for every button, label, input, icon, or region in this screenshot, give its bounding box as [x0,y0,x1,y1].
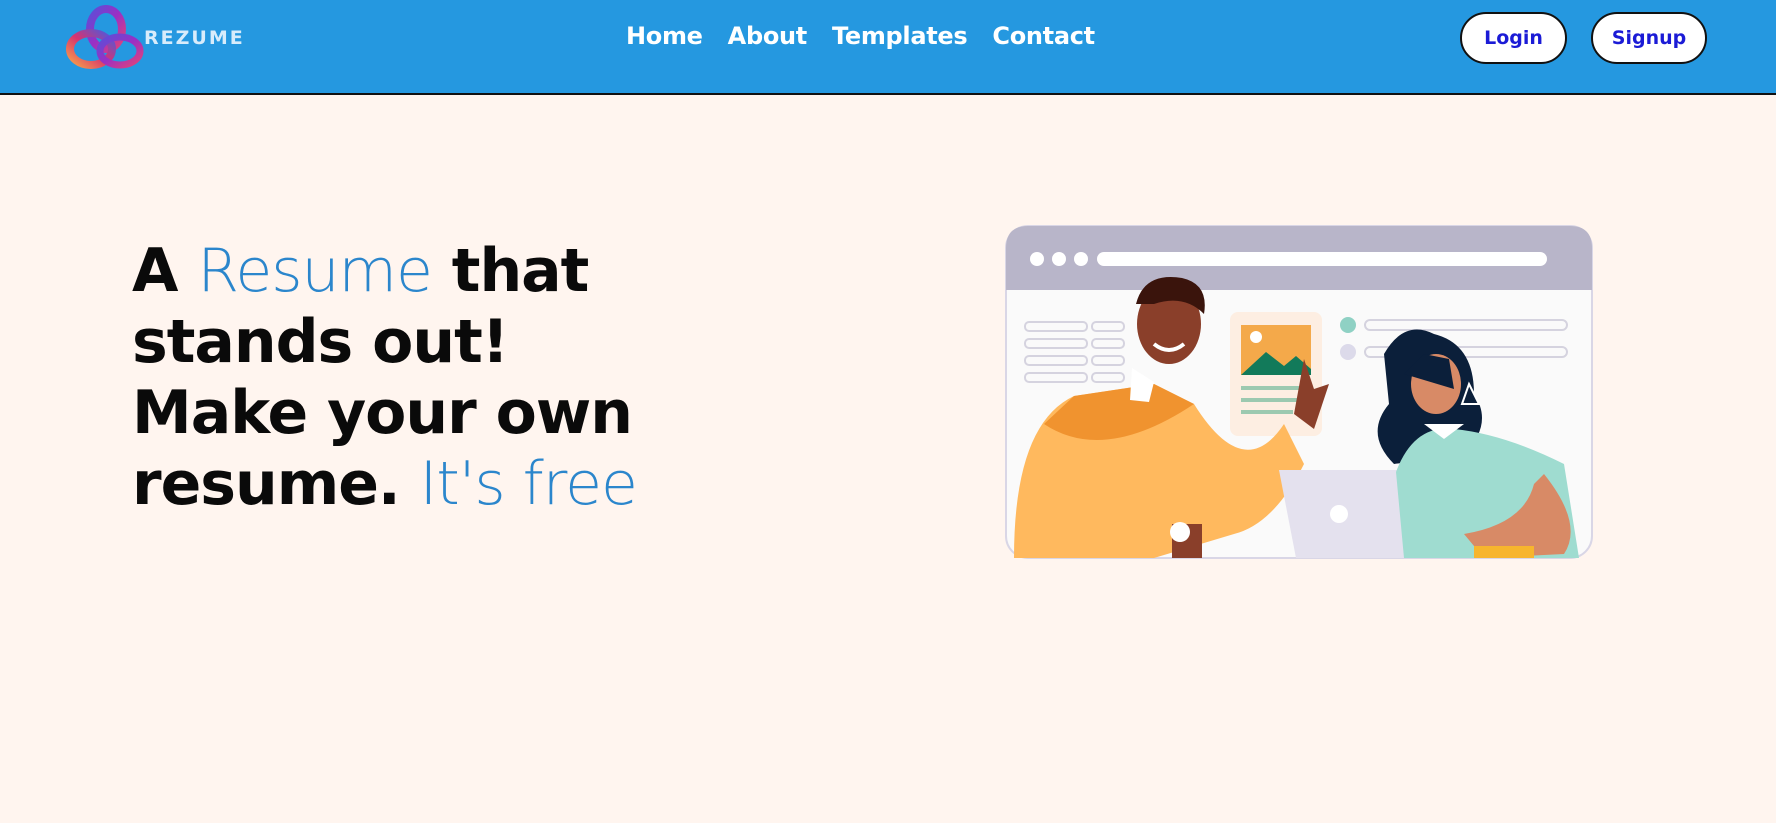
brand-link[interactable]: REZUME [64,5,243,70]
nav-contact-link[interactable]: Contact [992,22,1095,50]
hero-word-resume: Resume [197,236,433,306]
brand-name: REZUME [144,27,245,49]
hero-line-3: Make your own [132,378,633,448]
nav-templates-link[interactable]: Templates [832,22,968,50]
hero-word-that: that [451,236,590,306]
hero-word-resume-end: resume. [132,449,401,519]
main-nav: Home About Templates Contact [626,22,1095,50]
nav-about-link[interactable]: About [728,22,808,50]
interlocked-rings-logo-icon [66,5,144,69]
nav-home-link[interactable]: Home [626,22,703,50]
login-button[interactable]: Login [1460,12,1567,64]
hero-line-2: stands out! [132,307,509,377]
signup-button[interactable]: Signup [1591,12,1707,64]
hero-heading: A Resume that stands out! Make your own … [132,236,772,520]
top-navbar: REZUME Home About Templates Contact Logi… [0,0,1776,95]
people-collaborating-illustration-icon [1005,225,1593,559]
hero-word-free: It's free [419,449,638,519]
hero-word-a: A [132,236,178,306]
